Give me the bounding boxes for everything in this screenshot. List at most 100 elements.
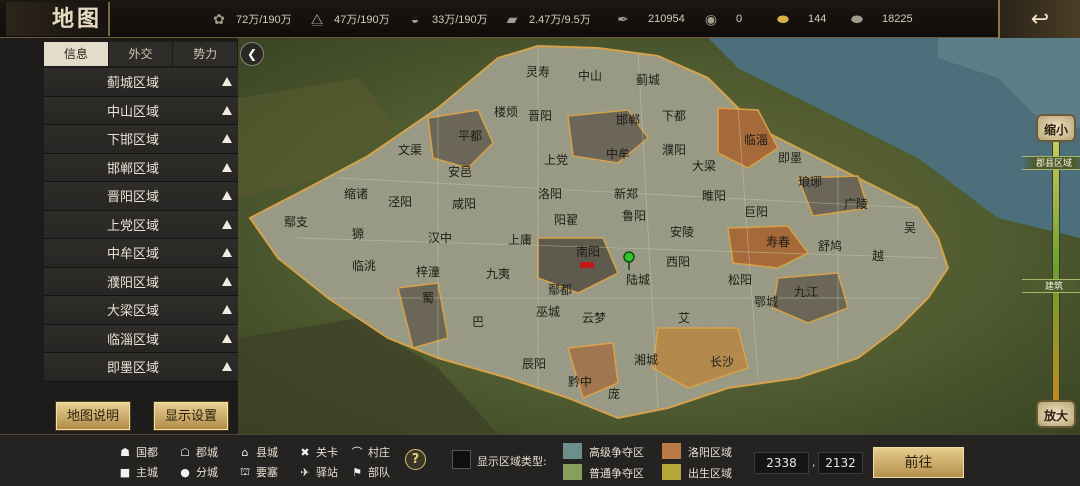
go-button[interactable]: 前往 (873, 447, 964, 478)
zoom-level-building[interactable]: 建筑 (1022, 279, 1080, 293)
city-label[interactable]: 安陵 (670, 224, 694, 239)
list-item[interactable]: 上党区域 (44, 210, 238, 239)
city-label[interactable]: 吴 (904, 221, 916, 235)
city-label[interactable]: 缩诸 (344, 186, 368, 201)
city-label[interactable]: 灵寿 (526, 65, 550, 79)
city-label[interactable]: 长沙 (710, 355, 734, 369)
city-label[interactable]: 越 (872, 249, 884, 263)
city-label[interactable]: 舒鸠 (818, 239, 842, 253)
map-canvas[interactable]: 灵寿 中山 蓟城楼烦 晋阳 邯郸 下都平都 临淄文渠上党 中牟 濮阳即墨安邑 大梁琅琊缩诸泾阳 咸阳… (238, 38, 1080, 434)
city-label[interactable]: 中山 (578, 68, 602, 83)
list-item[interactable]: 濮阳区域 (44, 267, 238, 296)
city-label[interactable]: 寿春 (766, 235, 790, 249)
resource-stone[interactable]: ◒ 33万/190万 (404, 0, 488, 38)
city-label[interactable]: 鄢都 (548, 283, 572, 297)
city-label[interactable]: 濮阳 (662, 142, 686, 157)
list-item[interactable]: 蓟城区域 (44, 68, 238, 97)
tab-diplomacy[interactable]: 外交 (108, 42, 174, 66)
city-label[interactable]: 西阳 (666, 255, 690, 269)
city-label[interactable]: 松阳 (728, 273, 752, 287)
legend-main-city: ■ 主城 (118, 464, 158, 480)
chevron-left-icon: ❮ (246, 47, 258, 61)
city-label[interactable]: 文渠 (398, 142, 422, 157)
world-map[interactable]: 灵寿 中山 蓟城楼烦 晋阳 邯郸 下都平都 临淄文渠上党 中牟 濮阳即墨安邑 大梁琅琊缩诸泾阳 咸阳… (238, 38, 1080, 434)
city-label[interactable]: 鄢支 (284, 215, 308, 229)
city-label[interactable]: 巴 (472, 315, 484, 329)
tab-info[interactable]: 信息 (44, 42, 109, 66)
city-label[interactable]: 庞 (608, 386, 620, 401)
city-label[interactable]: 汉中 (428, 230, 452, 245)
city-label[interactable]: 平都 (458, 129, 482, 143)
list-item[interactable]: 临淄区域 (44, 324, 238, 353)
resource-iron[interactable]: ▰ 2.47万/9.5万 (501, 0, 591, 38)
city-label[interactable]: 南阳 (576, 244, 600, 259)
city-label[interactable]: 下都 (662, 109, 686, 123)
nanyang-marker[interactable] (580, 262, 594, 268)
city-label[interactable]: 临洮 (352, 259, 376, 273)
city-label[interactable]: 琅琊 (798, 174, 822, 189)
city-label[interactable]: 上党 (544, 152, 568, 167)
city-label[interactable]: 洛阳 (538, 186, 562, 201)
back-button[interactable]: ↩ (998, 0, 1080, 38)
coord-x-input[interactable]: 2338 (754, 452, 809, 474)
collapse-panel-button[interactable]: ❮ (240, 42, 264, 66)
city-label[interactable]: 陆城 (626, 272, 650, 287)
city-label[interactable]: 蜀 (422, 291, 434, 305)
city-label[interactable]: 睢阳 (702, 189, 726, 203)
help-button[interactable]: ? (405, 449, 426, 470)
city-label[interactable]: 大梁 (692, 158, 716, 173)
city-label[interactable]: 广陵 (844, 197, 868, 211)
list-item[interactable]: 大梁区域 (44, 296, 238, 325)
list-item[interactable]: 即墨区域 (44, 353, 238, 382)
coord-y-input[interactable]: 2132 (818, 452, 863, 474)
region-type-checkbox[interactable] (452, 450, 471, 469)
city-label[interactable]: 九夷 (486, 266, 510, 281)
city-label[interactable]: 鄂城 (754, 295, 778, 309)
resource-gold[interactable]: ⬬ 144 (772, 0, 826, 38)
list-item[interactable]: 邯郸区域 (44, 153, 238, 182)
list-item[interactable]: 下邯区域 (44, 125, 238, 154)
zoom-in-button[interactable]: 放大 (1036, 400, 1076, 428)
city-label[interactable]: 中牟 (606, 146, 630, 161)
city-label[interactable]: 新郑 (614, 186, 638, 201)
city-label[interactable]: 邯郸 (616, 112, 640, 127)
resource-value: 47万/190万 (334, 14, 390, 26)
city-label[interactable]: 阳翟 (554, 213, 578, 227)
legend-label: 主城 (136, 466, 158, 479)
resource-wood[interactable]: ⧋ 47万/190万 (306, 0, 390, 38)
city-label[interactable]: 泾阳 (388, 195, 412, 209)
city-label[interactable]: 蓟城 (636, 73, 660, 87)
resource-decree[interactable]: ✒ 210954 (612, 0, 685, 38)
city-label[interactable]: 獂 (352, 227, 364, 241)
list-item[interactable]: 晋阳区域 (44, 182, 238, 211)
tab-forces[interactable]: 势力 (173, 42, 239, 66)
resource-wheat[interactable]: ✿ 72万/190万 (208, 0, 292, 38)
resource-coin[interactable]: ◉ 0 (700, 0, 742, 38)
city-label[interactable]: 辰阳 (522, 357, 546, 371)
city-label[interactable]: 咸阳 (452, 197, 476, 211)
city-label[interactable]: 巫城 (536, 305, 560, 319)
city-label[interactable]: 鲁阳 (622, 209, 646, 223)
city-label[interactable]: 上庸 (508, 232, 532, 247)
city-label[interactable]: 即墨 (778, 151, 802, 165)
city-label[interactable]: 巨阳 (744, 205, 768, 219)
city-label[interactable]: 云梦 (582, 311, 606, 325)
list-item[interactable]: 中山区域 (44, 96, 238, 125)
city-label[interactable]: 楼烦 (494, 104, 518, 119)
zoom-level-county[interactable]: 郡县区域 (1022, 156, 1080, 170)
city-label[interactable]: 安邑 (448, 164, 472, 179)
resource-value: 2.47万/9.5万 (529, 14, 591, 26)
resource-silver[interactable]: ⬬ 18225 (846, 0, 913, 38)
city-label[interactable]: 临淄 (744, 133, 768, 147)
city-label[interactable]: 黔中 (568, 374, 592, 389)
list-item[interactable]: 中牟区域 (44, 239, 238, 268)
city-label[interactable]: 九江 (794, 285, 818, 299)
map-help-button[interactable]: 地图说明 (56, 402, 130, 430)
city-label[interactable]: 梓潼 (416, 264, 440, 279)
city-label[interactable]: 湘城 (634, 352, 658, 367)
expand-triangle-icon (222, 134, 232, 144)
display-settings-button[interactable]: 显示设置 (154, 402, 228, 430)
zoom-out-button[interactable]: 缩小 (1036, 114, 1076, 142)
city-label[interactable]: 艾 (678, 311, 690, 325)
city-label[interactable]: 晋阳 (528, 109, 552, 123)
